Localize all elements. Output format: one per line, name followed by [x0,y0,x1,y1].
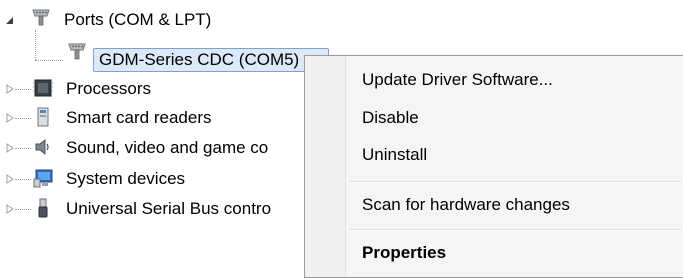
system-devices-icon [32,167,54,189]
tree-line [35,60,63,61]
collapse-arrow-icon[interactable] [4,15,14,25]
menu-item-scan-for-hardware-changes[interactable]: Scan for hardware changes [362,192,570,218]
tree-line [15,118,31,119]
tree-line [15,209,31,210]
usb-icon [32,197,54,219]
port-icon [30,6,52,28]
menu-item-uninstall[interactable]: Uninstall [362,142,427,168]
menu-separator [349,181,681,183]
menu-item-update-driver-software[interactable]: Update Driver Software... [362,67,553,93]
menu-item-properties[interactable]: Properties [362,240,446,266]
tree-item-label: Processors [66,79,152,98]
speaker-icon [32,136,54,158]
tree-item-label: GDM-Series CDC (COM5) [99,50,300,69]
menu-separator [349,229,681,231]
tree-line [15,148,31,149]
smart-card-reader-icon [32,106,54,128]
port-icon [66,40,88,62]
tree-item-label: Smart card readers [66,108,212,127]
context-menu: Update Driver Software... Disable Uninst… [304,55,683,278]
tree-item-label: Sound, video and game co [66,138,269,157]
tree-line [35,30,36,60]
expand-arrow-icon[interactable] [5,143,15,153]
tree-line [15,89,31,90]
tree-line [15,179,31,180]
expand-arrow-icon[interactable] [5,113,15,123]
menu-gutter [305,56,346,277]
tree-item-label: System devices [66,169,186,188]
tree-item-label: Ports (COM & LPT) [64,10,212,29]
expand-arrow-icon[interactable] [5,84,15,94]
expand-arrow-icon[interactable] [5,204,15,214]
tree-item-label: Universal Serial Bus contro [66,199,272,218]
processor-icon [32,77,54,99]
menu-item-disable[interactable]: Disable [362,105,419,131]
expand-arrow-icon[interactable] [5,174,15,184]
